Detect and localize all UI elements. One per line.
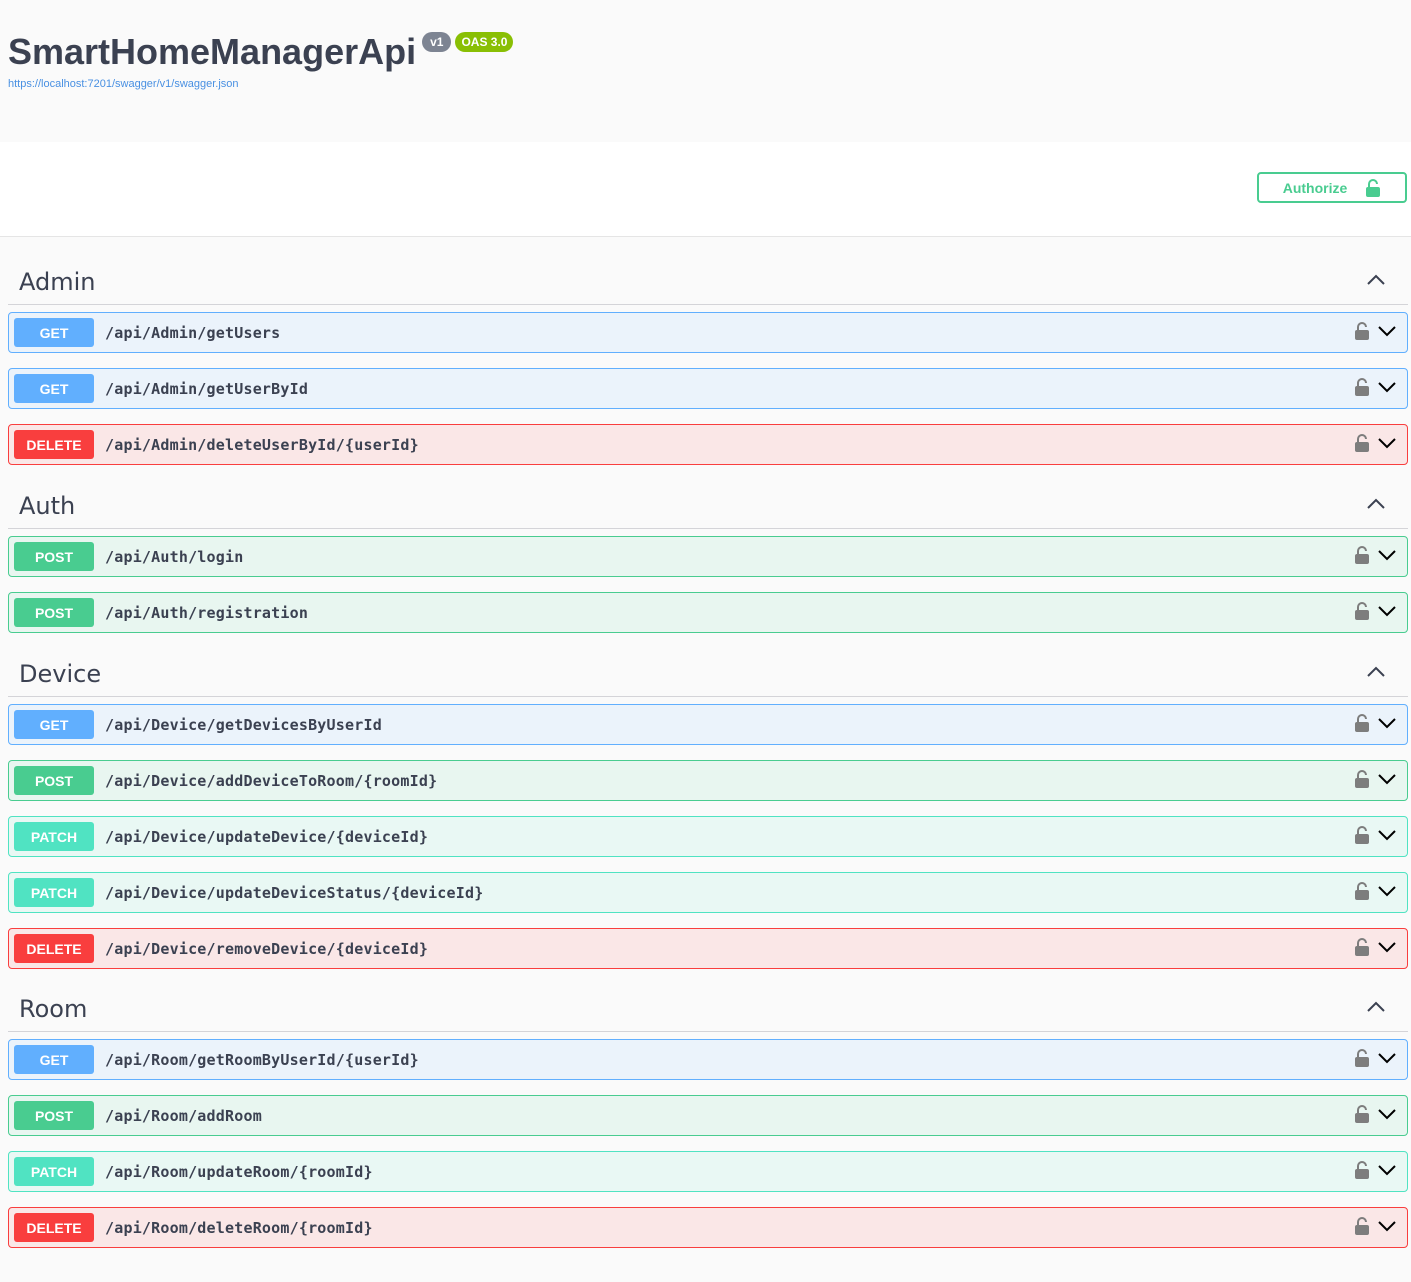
authorize-label: Authorize bbox=[1282, 179, 1348, 196]
chevron-down-icon[interactable] bbox=[1377, 939, 1397, 955]
operation-path: /api/Auth/login bbox=[105, 548, 244, 566]
operation-delete[interactable]: DELETE/api/Admin/deleteUserById/{userId} bbox=[8, 424, 1408, 465]
title-row: SmartHomeManagerApi v1 OAS 3.0 bbox=[8, 30, 514, 74]
chevron-down-icon[interactable] bbox=[1377, 603, 1397, 619]
method-badge: GET bbox=[14, 1045, 94, 1074]
operation-post[interactable]: POST/api/Auth/login bbox=[8, 536, 1408, 577]
chevron-up-icon[interactable] bbox=[1366, 494, 1386, 514]
operation-path: /api/Device/getDevicesByUserId bbox=[105, 716, 382, 734]
chevron-down-icon[interactable] bbox=[1377, 1050, 1397, 1066]
info-header: SmartHomeManagerApi v1 OAS 3.0 https://l… bbox=[0, 0, 1411, 142]
tag-header[interactable]: Admin bbox=[8, 256, 1408, 305]
tag-header[interactable]: Room bbox=[8, 983, 1408, 1032]
unlock-icon[interactable] bbox=[1353, 601, 1371, 621]
method-badge: GET bbox=[14, 374, 94, 403]
method-badge: POST bbox=[14, 1101, 94, 1130]
operation-path: /api/Device/removeDevice/{deviceId} bbox=[105, 940, 429, 958]
tag-name: Auth bbox=[19, 492, 76, 520]
method-badge: DELETE bbox=[14, 934, 94, 963]
method-badge: GET bbox=[14, 710, 94, 739]
scheme-container: Authorize bbox=[0, 142, 1411, 237]
unlock-icon[interactable] bbox=[1353, 825, 1371, 845]
operation-path: /api/Admin/getUserById bbox=[105, 380, 309, 398]
method-badge: POST bbox=[14, 542, 94, 571]
operation-path: /api/Room/addRoom bbox=[105, 1107, 262, 1125]
unlock-icon bbox=[1366, 178, 1381, 197]
chevron-down-icon[interactable] bbox=[1377, 1106, 1397, 1122]
operation-get[interactable]: GET/api/Device/getDevicesByUserId bbox=[8, 704, 1408, 745]
unlock-icon[interactable] bbox=[1353, 545, 1371, 565]
tag-section-room: Room GET/api/Room/getRoomByUserId/{userId… bbox=[8, 983, 1408, 1248]
operation-delete[interactable]: DELETE/api/Room/deleteRoom/{roomId} bbox=[8, 1207, 1408, 1248]
operation-patch[interactable]: PATCH/api/Room/updateRoom/{roomId} bbox=[8, 1151, 1408, 1192]
tag-name: Room bbox=[19, 995, 88, 1023]
operation-get[interactable]: GET/api/Admin/getUserById bbox=[8, 368, 1408, 409]
unlock-icon[interactable] bbox=[1353, 1104, 1371, 1124]
chevron-down-icon[interactable] bbox=[1377, 827, 1397, 843]
operation-path: /api/Admin/getUsers bbox=[105, 324, 281, 342]
unlock-icon[interactable] bbox=[1353, 321, 1371, 341]
operation-path: /api/Room/deleteRoom/{roomId} bbox=[105, 1219, 373, 1237]
oas-badge: OAS 3.0 bbox=[455, 32, 514, 52]
operation-path: /api/Admin/deleteUserById/{userId} bbox=[105, 436, 419, 454]
method-badge: POST bbox=[14, 598, 94, 627]
method-badge: PATCH bbox=[14, 1157, 94, 1186]
unlock-icon[interactable] bbox=[1353, 377, 1371, 397]
operation-path: /api/Room/updateRoom/{roomId} bbox=[105, 1163, 373, 1181]
chevron-down-icon[interactable] bbox=[1377, 547, 1397, 563]
operation-path: /api/Room/getRoomByUserId/{userId} bbox=[105, 1051, 419, 1069]
chevron-down-icon[interactable] bbox=[1377, 771, 1397, 787]
operation-post[interactable]: POST/api/Auth/registration bbox=[8, 592, 1408, 633]
chevron-up-icon[interactable] bbox=[1366, 997, 1386, 1017]
chevron-up-icon[interactable] bbox=[1366, 270, 1386, 290]
tag-section-auth: Auth POST/api/Auth/login POST/api/Auth/reg… bbox=[8, 480, 1408, 633]
tag-section-admin: Admin GET/api/Admin/getUsers GET/api/Admin… bbox=[8, 256, 1408, 465]
unlock-icon[interactable] bbox=[1353, 1048, 1371, 1068]
method-badge: DELETE bbox=[14, 430, 94, 459]
tag-name: Device bbox=[19, 660, 102, 688]
method-badge: POST bbox=[14, 766, 94, 795]
tag-header[interactable]: Auth bbox=[8, 480, 1408, 529]
method-badge: PATCH bbox=[14, 878, 94, 907]
tag-name: Admin bbox=[19, 268, 96, 296]
method-badge: PATCH bbox=[14, 822, 94, 851]
authorize-button[interactable]: Authorize bbox=[1257, 172, 1407, 203]
chevron-down-icon[interactable] bbox=[1377, 379, 1397, 395]
chevron-down-icon[interactable] bbox=[1377, 883, 1397, 899]
operation-path: /api/Device/addDeviceToRoom/{roomId} bbox=[105, 772, 438, 790]
chevron-down-icon[interactable] bbox=[1377, 323, 1397, 339]
spec-url-link[interactable]: https://localhost:7201/swagger/v1/swagge… bbox=[8, 78, 239, 90]
unlock-icon[interactable] bbox=[1353, 433, 1371, 453]
unlock-icon[interactable] bbox=[1353, 769, 1371, 789]
unlock-icon[interactable] bbox=[1353, 881, 1371, 901]
operation-patch[interactable]: PATCH/api/Device/updateDevice/{deviceId} bbox=[8, 816, 1408, 857]
unlock-icon[interactable] bbox=[1353, 1216, 1371, 1236]
chevron-down-icon[interactable] bbox=[1377, 1218, 1397, 1234]
api-title: SmartHomeManagerApi bbox=[8, 31, 417, 72]
operation-path: /api/Auth/registration bbox=[105, 604, 309, 622]
unlock-icon[interactable] bbox=[1353, 1160, 1371, 1180]
method-badge: DELETE bbox=[14, 1213, 94, 1242]
chevron-up-icon[interactable] bbox=[1366, 662, 1386, 682]
tag-header[interactable]: Device bbox=[8, 648, 1408, 697]
operation-post[interactable]: POST/api/Device/addDeviceToRoom/{roomId} bbox=[8, 760, 1408, 801]
operation-delete[interactable]: DELETE/api/Device/removeDevice/{deviceId… bbox=[8, 928, 1408, 969]
chevron-down-icon[interactable] bbox=[1377, 1162, 1397, 1178]
chevron-down-icon[interactable] bbox=[1377, 435, 1397, 451]
unlock-icon[interactable] bbox=[1353, 937, 1371, 957]
operation-get[interactable]: GET/api/Room/getRoomByUserId/{userId} bbox=[8, 1039, 1408, 1080]
operation-path: /api/Device/updateDeviceStatus/{deviceId… bbox=[105, 884, 484, 902]
chevron-down-icon[interactable] bbox=[1377, 715, 1397, 731]
tag-section-device: Device GET/api/Device/getDevicesByUserId P… bbox=[8, 648, 1408, 969]
version-badge: v1 bbox=[422, 32, 452, 52]
operation-get[interactable]: GET/api/Admin/getUsers bbox=[8, 312, 1408, 353]
operation-path: /api/Device/updateDevice/{deviceId} bbox=[105, 828, 429, 846]
unlock-icon[interactable] bbox=[1353, 713, 1371, 733]
method-badge: GET bbox=[14, 318, 94, 347]
operation-patch[interactable]: PATCH/api/Device/updateDeviceStatus/{dev… bbox=[8, 872, 1408, 913]
operation-post[interactable]: POST/api/Room/addRoom bbox=[8, 1095, 1408, 1136]
